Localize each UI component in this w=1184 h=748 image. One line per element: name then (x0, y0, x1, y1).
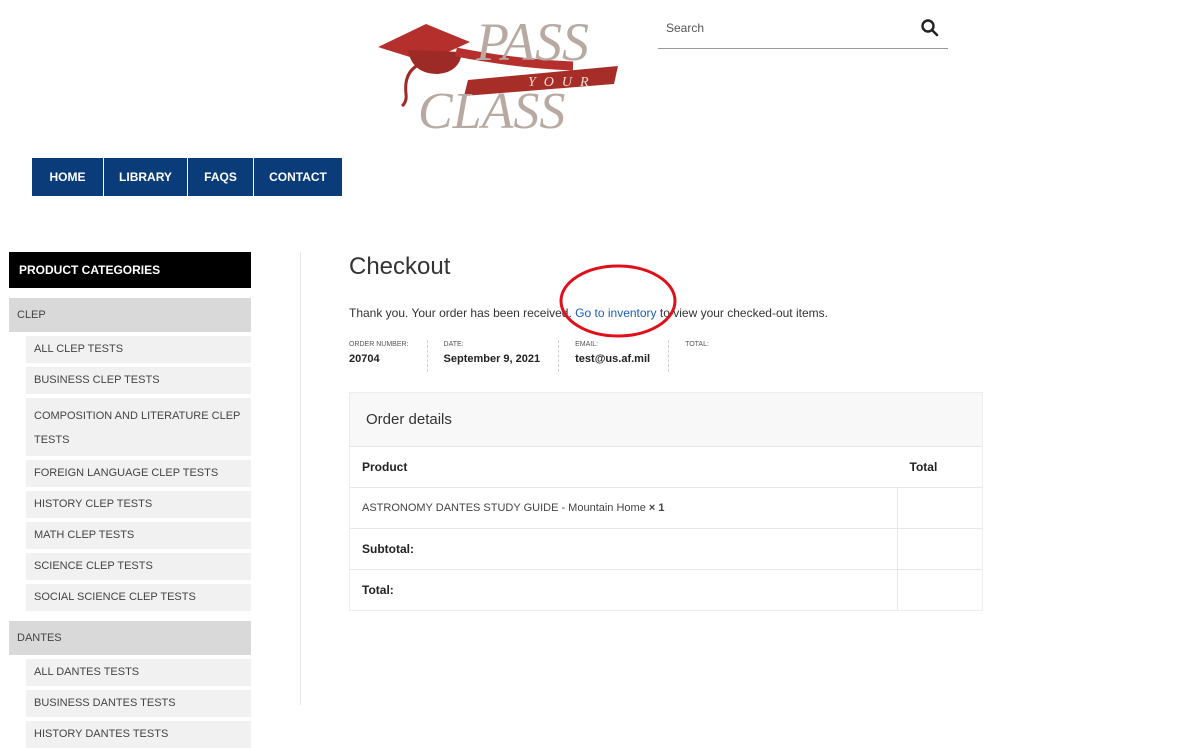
order-details-table: Product Total ASTRONOMY DANTES STUDY GUI… (350, 446, 982, 610)
overview-total: TOTAL: (685, 340, 727, 372)
nav-faqs[interactable]: FAQS (188, 158, 254, 196)
category-item-business-dantes[interactable]: BUSINESS DANTES TESTS (26, 690, 251, 717)
notice-text-pre: Thank you. Your order has been received. (349, 306, 572, 320)
category-item-history-dantes[interactable]: HISTORY DANTES TESTS (26, 721, 251, 748)
category-group-clep: CLEP ALL CLEP TESTS BUSINESS CLEP TESTS … (9, 298, 251, 611)
table-row: ASTRONOMY DANTES STUDY GUIDE - Mountain … (350, 487, 982, 529)
category-item-social-science-clep[interactable]: SOCIAL SCIENCE CLEP TESTS (26, 584, 251, 611)
overview-email: EMAIL: test@us.af.mil (575, 340, 670, 372)
category-item-foreign-language-clep[interactable]: FOREIGN LANGUAGE CLEP TESTS (26, 460, 251, 487)
category-item-math-clep[interactable]: MATH CLEP TESTS (26, 522, 251, 549)
order-number-label: ORDER NUMBER: (349, 341, 409, 348)
nav-library[interactable]: LIBRARY (104, 158, 188, 196)
subtotal-label: Subtotal: (350, 528, 898, 570)
checkout-main: Checkout Thank you. Your order has been … (349, 252, 989, 611)
search-input[interactable] (666, 16, 906, 40)
nav-home[interactable]: HOME (32, 158, 104, 196)
order-number-value: 20704 (349, 353, 380, 365)
column-header-total: Total (897, 446, 982, 488)
category-group-dantes: DANTES ALL DANTES TESTS BUSINESS DANTES … (9, 621, 251, 748)
subtotal-value (897, 528, 982, 570)
site-logo[interactable]: PASS YOUR CLASS (368, 2, 628, 134)
order-details-heading: Order details (350, 393, 982, 446)
total-row-label: Total: (350, 569, 898, 610)
date-label: DATE: (443, 341, 464, 348)
total-label: TOTAL: (685, 341, 709, 348)
category-item-business-clep[interactable]: BUSINESS CLEP TESTS (26, 367, 251, 394)
email-value: test@us.af.mil (575, 353, 651, 365)
subtotal-row: Subtotal: (350, 528, 982, 570)
search-icon[interactable] (920, 18, 940, 38)
category-clep[interactable]: CLEP (9, 298, 251, 332)
category-item-history-clep[interactable]: HISTORY CLEP TESTS (26, 491, 251, 518)
sidebar-title: PRODUCT CATEGORIES (9, 252, 251, 288)
order-overview: ORDER NUMBER: 20704 DATE: September 9, 2… (349, 340, 743, 372)
search-bar (658, 12, 948, 49)
product-total-cell (897, 487, 982, 529)
category-item-science-clep[interactable]: SCIENCE CLEP TESTS (26, 553, 251, 580)
product-categories-sidebar: PRODUCT CATEGORIES CLEP ALL CLEP TESTS B… (9, 252, 251, 748)
sidebar-divider (300, 252, 301, 705)
date-value: September 9, 2021 (443, 353, 541, 365)
main-nav: HOME LIBRARY FAQS CONTACT (32, 158, 342, 196)
table-header-row: Product Total (350, 446, 982, 488)
total-row: Total: (350, 569, 982, 610)
logo-pass-text: PASS (475, 12, 589, 72)
overview-order-number: ORDER NUMBER: 20704 (349, 340, 428, 372)
order-received-notice: Thank you. Your order has been received.… (349, 306, 828, 320)
go-to-inventory-link[interactable]: Go to inventory (575, 306, 656, 320)
overview-date: DATE: September 9, 2021 (444, 340, 560, 372)
nav-contact[interactable]: CONTACT (254, 158, 342, 196)
logo-graphic: PASS YOUR CLASS (378, 12, 618, 134)
email-label: EMAIL: (575, 341, 599, 348)
page-title: Checkout (349, 253, 451, 280)
column-header-product: Product (350, 446, 898, 488)
notice-text-post: to view your checked-out items. (659, 306, 828, 320)
product-cell: ASTRONOMY DANTES STUDY GUIDE - Mountain … (350, 487, 898, 529)
total-row-value (897, 569, 982, 610)
logo-class-text: CLASS (418, 83, 565, 134)
product-name: ASTRONOMY DANTES STUDY GUIDE - Mountain … (362, 502, 646, 514)
category-item-all-dantes[interactable]: ALL DANTES TESTS (26, 659, 251, 686)
category-item-all-clep[interactable]: ALL CLEP TESTS (26, 336, 251, 363)
category-dantes[interactable]: DANTES (9, 621, 251, 655)
order-details: Order details Product Total ASTRONOMY DA… (349, 392, 983, 611)
category-item-composition-clep[interactable]: COMPOSITION AND LITERATURE CLEP TESTS (26, 398, 251, 456)
product-quantity: × 1 (648, 502, 665, 514)
